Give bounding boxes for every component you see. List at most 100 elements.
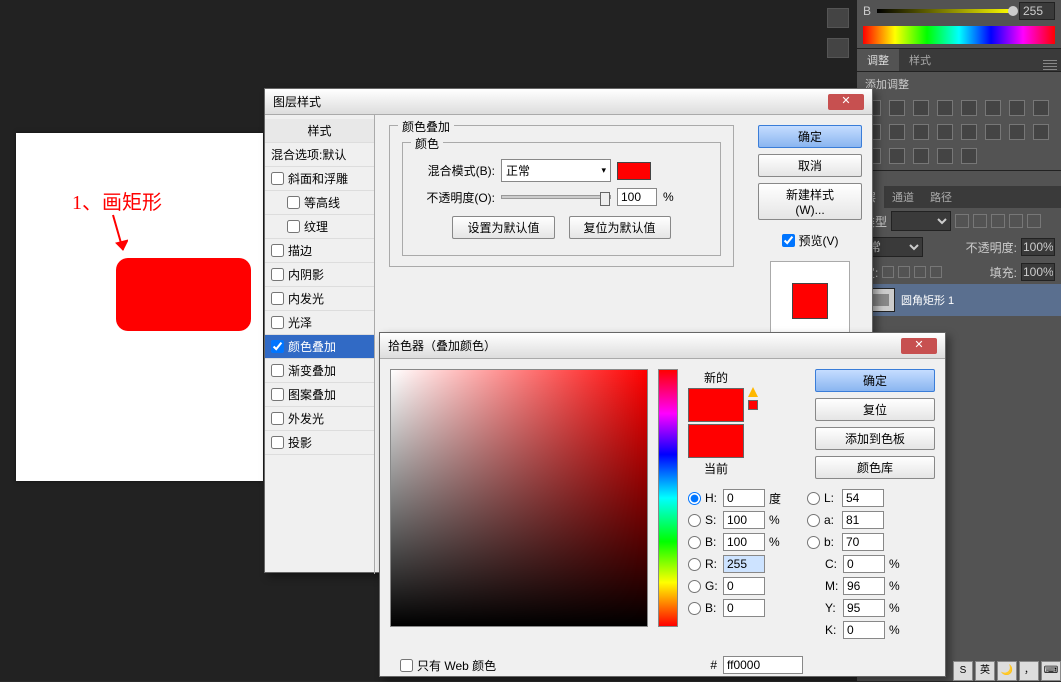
blend-default-item[interactable]: 混合选项:默认	[265, 143, 374, 167]
lock-transparent-icon[interactable]	[882, 266, 894, 278]
tab-style[interactable]: 样式	[899, 49, 941, 71]
ime-lang-icon[interactable]: 英	[975, 661, 995, 681]
style-item[interactable]: 光泽	[265, 311, 374, 335]
style-item[interactable]: 投影	[265, 431, 374, 455]
l-input[interactable]	[842, 489, 884, 507]
style-item[interactable]: 图案叠加	[265, 383, 374, 407]
ime-keyboard-icon[interactable]: ⌨	[1041, 661, 1061, 681]
adj-icon[interactable]	[889, 100, 905, 116]
y-input[interactable]	[843, 599, 885, 617]
style-checkbox[interactable]	[271, 244, 284, 257]
style-checkbox[interactable]	[271, 172, 284, 185]
style-checkbox[interactable]	[287, 196, 300, 209]
cancel-button[interactable]: 取消	[758, 154, 862, 177]
gamut-warning-icon[interactable]	[748, 387, 758, 397]
r-input[interactable]	[723, 555, 765, 573]
adj-icon[interactable]	[1009, 100, 1025, 116]
hue-slider[interactable]	[658, 369, 678, 627]
adj-icon[interactable]	[913, 100, 929, 116]
close-icon[interactable]: ✕	[901, 338, 937, 354]
ok-button[interactable]: 确定	[758, 125, 862, 148]
style-checkbox[interactable]	[271, 340, 284, 353]
reset-button[interactable]: 复位	[815, 398, 935, 421]
h-input[interactable]	[723, 489, 765, 507]
filter-type-icon[interactable]	[991, 214, 1005, 228]
style-checkbox[interactable]	[271, 268, 284, 281]
adj-icon[interactable]	[961, 100, 977, 116]
color-b-input[interactable]	[1019, 2, 1055, 20]
close-icon[interactable]: ✕	[828, 94, 864, 110]
kind-select[interactable]	[891, 211, 951, 231]
adj-icon[interactable]	[985, 124, 1001, 140]
lab-b-input[interactable]	[842, 533, 884, 551]
c-input[interactable]	[843, 555, 885, 573]
blend-mode-combo[interactable]: 正常	[501, 159, 611, 182]
a-input[interactable]	[842, 511, 884, 529]
web-only-checkbox[interactable]	[400, 659, 413, 672]
adj-icon[interactable]	[937, 124, 953, 140]
color-b-slider[interactable]	[877, 9, 1013, 13]
brush-icon[interactable]	[827, 8, 849, 28]
adj-icon[interactable]	[937, 148, 953, 164]
style-checkbox[interactable]	[271, 364, 284, 377]
current-color-swatch[interactable]	[688, 424, 744, 458]
tab-adjust[interactable]: 调整	[857, 49, 899, 71]
style-checkbox[interactable]	[271, 436, 284, 449]
b-input[interactable]	[723, 533, 765, 551]
r-radio[interactable]	[688, 558, 701, 571]
style-checkbox[interactable]	[287, 220, 300, 233]
style-item[interactable]: 斜面和浮雕	[265, 167, 374, 191]
lock-position-icon[interactable]	[914, 266, 926, 278]
lock-all-icon[interactable]	[930, 266, 942, 278]
g-input[interactable]	[723, 577, 765, 595]
fill-input[interactable]	[1021, 263, 1055, 281]
style-checkbox[interactable]	[271, 292, 284, 305]
color-field[interactable]	[390, 369, 648, 627]
lab-b-radio[interactable]	[807, 536, 820, 549]
ime-mode-icon[interactable]: 🌙	[997, 661, 1017, 681]
s-input[interactable]	[723, 511, 765, 529]
a-radio[interactable]	[807, 514, 820, 527]
filter-adjustment-icon[interactable]	[973, 214, 987, 228]
s-radio[interactable]	[688, 514, 701, 527]
opacity-slider[interactable]	[501, 195, 611, 199]
b2-radio[interactable]	[688, 602, 701, 615]
style-checkbox[interactable]	[271, 316, 284, 329]
spectrum-strip[interactable]	[863, 26, 1055, 44]
adj-icon[interactable]	[961, 124, 977, 140]
adj-icon[interactable]	[1009, 124, 1025, 140]
opacity-input[interactable]	[1021, 238, 1055, 256]
adj-icon[interactable]	[985, 100, 1001, 116]
preview-checkbox[interactable]	[782, 234, 795, 247]
dialog-titlebar[interactable]: 拾色器（叠加颜色） ✕	[380, 333, 945, 359]
style-checkbox[interactable]	[271, 388, 284, 401]
adj-icon[interactable]	[1033, 124, 1049, 140]
panel-menu-icon[interactable]	[1043, 60, 1057, 70]
tab-channels[interactable]: 通道	[884, 186, 922, 208]
style-item[interactable]: 描边	[265, 239, 374, 263]
adj-icon[interactable]	[889, 148, 905, 164]
filter-smart-icon[interactable]	[1027, 214, 1041, 228]
options-icon[interactable]	[827, 38, 849, 58]
m-input[interactable]	[843, 577, 885, 595]
hex-input[interactable]	[723, 656, 803, 674]
adj-icon[interactable]	[889, 124, 905, 140]
g-radio[interactable]	[688, 580, 701, 593]
h-radio[interactable]	[688, 492, 701, 505]
opacity-input[interactable]	[617, 188, 657, 206]
b-radio[interactable]	[688, 536, 701, 549]
filter-shape-icon[interactable]	[1009, 214, 1023, 228]
ime-icon[interactable]: S	[953, 661, 973, 681]
dialog-titlebar[interactable]: 图层样式 ✕	[265, 89, 872, 115]
set-default-button[interactable]: 设置为默认值	[452, 216, 554, 239]
ok-button[interactable]: 确定	[815, 369, 935, 392]
adj-icon[interactable]	[937, 100, 953, 116]
style-item[interactable]: 等高线	[265, 191, 374, 215]
tab-paths[interactable]: 路径	[922, 186, 960, 208]
adj-icon[interactable]	[913, 148, 929, 164]
style-item[interactable]: 外发光	[265, 407, 374, 431]
websafe-warning-icon[interactable]	[748, 400, 758, 410]
lock-paint-icon[interactable]	[898, 266, 910, 278]
new-style-button[interactable]: 新建样式(W)...	[758, 183, 862, 220]
style-item[interactable]: 内发光	[265, 287, 374, 311]
